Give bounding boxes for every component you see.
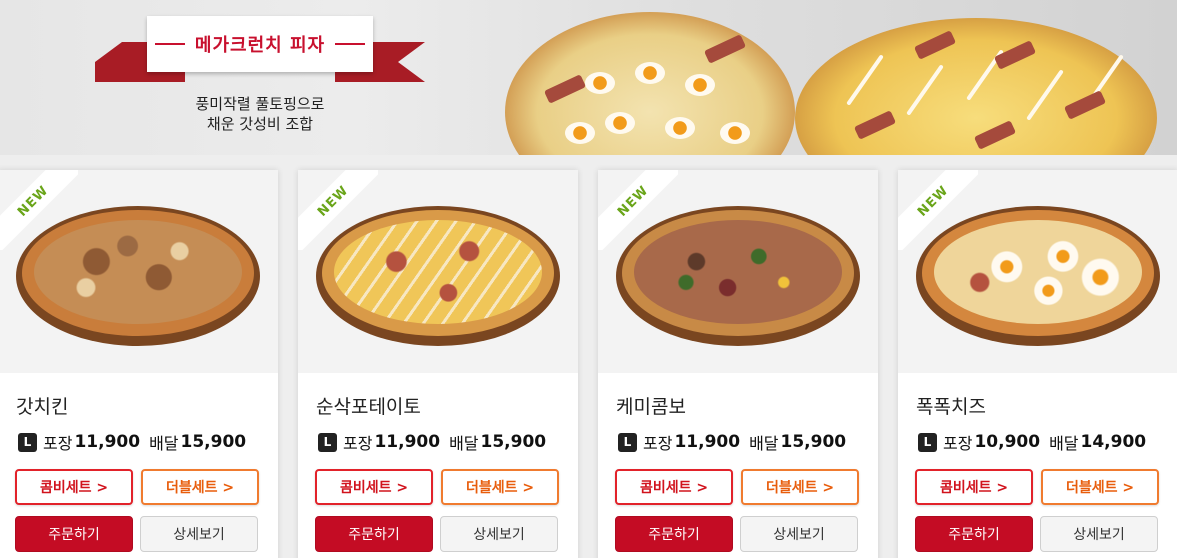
order-button[interactable]: 주문하기 — [615, 516, 733, 552]
price-row: L 포장 11,900 배달 15,900 — [18, 430, 255, 454]
new-badge: NEW — [898, 170, 978, 250]
order-button[interactable]: 주문하기 — [315, 516, 433, 552]
banner-pizza-image-egg — [505, 12, 795, 155]
combo-set-button[interactable]: 콤비세트 > — [615, 469, 733, 505]
product-card: NEW 폭폭치즈 L 포장 10,900 배달 14,900 콤비세트 > 더블… — [898, 170, 1177, 558]
double-set-button[interactable]: 더블세트 > — [141, 469, 259, 505]
banner-pizza-image-potato — [795, 18, 1157, 155]
size-badge: L — [318, 432, 337, 452]
takeout-label: 포장 — [343, 434, 373, 453]
banner-ribbon: 메가크런치 피자 — [95, 14, 425, 82]
product-name: 폭폭치즈 — [916, 396, 986, 418]
product-image[interactable]: NEW — [598, 170, 878, 373]
takeout-price: 11,900 — [74, 432, 141, 452]
new-badge: NEW — [0, 170, 78, 250]
product-image[interactable]: NEW — [0, 170, 278, 373]
double-set-button[interactable]: 더블세트 > — [1041, 469, 1159, 505]
detail-button[interactable]: 상세보기 — [140, 516, 258, 552]
delivery-price: 15,900 — [180, 432, 247, 452]
price-row: L 포장 10,900 배달 14,900 — [918, 430, 1155, 454]
new-badge: NEW — [298, 170, 378, 250]
delivery-price: 15,900 — [780, 432, 847, 452]
delivery-label: 배달 — [1049, 434, 1079, 453]
product-name: 갓치킨 — [16, 396, 69, 418]
takeout-price: 11,900 — [674, 432, 741, 452]
delivery-label: 배달 — [149, 434, 179, 453]
combo-set-button[interactable]: 콤비세트 > — [315, 469, 433, 505]
detail-button[interactable]: 상세보기 — [440, 516, 558, 552]
product-image[interactable]: NEW — [298, 170, 578, 373]
takeout-label: 포장 — [943, 434, 973, 453]
detail-button[interactable]: 상세보기 — [740, 516, 858, 552]
product-card: NEW 순삭포테이토 L 포장 11,900 배달 15,900 콤비세트 > … — [298, 170, 578, 558]
product-image[interactable]: NEW — [898, 170, 1177, 373]
delivery-price: 15,900 — [480, 432, 547, 452]
delivery-label: 배달 — [449, 434, 479, 453]
product-card: NEW 케미콤보 L 포장 11,900 배달 15,900 콤비세트 > 더블… — [598, 170, 878, 558]
combo-set-button[interactable]: 콤비세트 > — [915, 469, 1033, 505]
new-badge: NEW — [598, 170, 678, 250]
takeout-label: 포장 — [643, 434, 673, 453]
size-badge: L — [618, 432, 637, 452]
promo-banner: 메가크런치 피자 풍미작렬 풀토핑으로 채운 갓성비 조합 — [0, 0, 1177, 155]
order-button[interactable]: 주문하기 — [915, 516, 1033, 552]
price-row: L 포장 11,900 배달 15,900 — [618, 430, 855, 454]
double-set-button[interactable]: 더블세트 > — [441, 469, 559, 505]
takeout-price: 10,900 — [974, 432, 1041, 452]
product-card: NEW 갓치킨 L 포장 11,900 배달 15,900 콤비세트 > 더블세… — [0, 170, 278, 558]
takeout-price: 11,900 — [374, 432, 441, 452]
takeout-label: 포장 — [43, 434, 73, 453]
price-row: L 포장 11,900 배달 15,900 — [318, 430, 555, 454]
banner-subtitle: 풍미작렬 풀토핑으로 채운 갓성비 조합 — [195, 95, 325, 133]
size-badge: L — [918, 432, 937, 452]
banner-title: 메가크런치 피자 — [194, 35, 326, 56]
product-name: 케미콤보 — [616, 396, 686, 418]
combo-set-button[interactable]: 콤비세트 > — [15, 469, 133, 505]
product-name: 순삭포테이토 — [316, 396, 421, 418]
double-set-button[interactable]: 더블세트 > — [741, 469, 859, 505]
order-button[interactable]: 주문하기 — [15, 516, 133, 552]
delivery-label: 배달 — [749, 434, 779, 453]
size-badge: L — [18, 432, 37, 452]
detail-button[interactable]: 상세보기 — [1040, 516, 1158, 552]
delivery-price: 14,900 — [1080, 432, 1147, 452]
